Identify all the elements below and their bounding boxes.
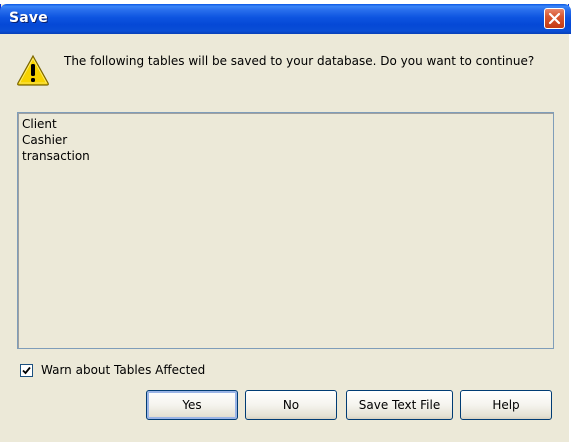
yes-button[interactable]: Yes <box>146 390 238 420</box>
window-title: Save <box>9 10 48 26</box>
save-text-file-button[interactable]: Save Text File <box>346 390 453 420</box>
dialog-body: The following tables will be saved to yo… <box>0 34 569 442</box>
warn-tables-label[interactable]: Warn about Tables Affected <box>41 363 205 377</box>
close-button[interactable] <box>544 8 565 29</box>
list-item[interactable]: Cashier <box>22 132 549 148</box>
list-item[interactable]: Client <box>22 116 549 132</box>
help-button[interactable]: Help <box>460 390 552 420</box>
confirmation-message: The following tables will be saved to yo… <box>64 54 535 68</box>
warning-icon <box>17 54 49 86</box>
title-bar[interactable]: Save <box>0 4 571 34</box>
checkmark-icon <box>22 366 31 374</box>
close-icon <box>548 12 561 25</box>
list-item[interactable]: transaction <box>22 148 549 164</box>
warn-tables-checkbox[interactable] <box>20 363 33 377</box>
tables-list[interactable]: Client Cashier transaction <box>17 112 554 349</box>
no-button[interactable]: No <box>245 390 337 420</box>
warn-checkbox-row[interactable]: Warn about Tables Affected <box>20 362 205 378</box>
